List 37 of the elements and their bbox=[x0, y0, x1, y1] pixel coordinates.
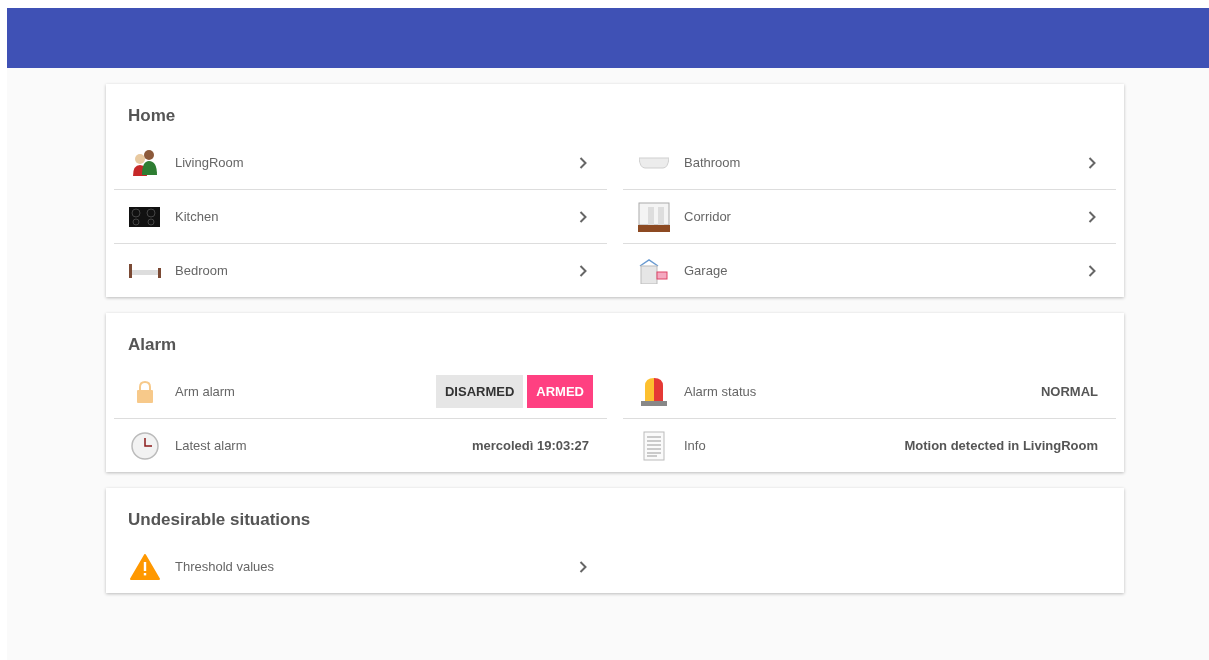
garage-icon bbox=[638, 257, 669, 284]
card-title: Home bbox=[127, 105, 177, 127]
siren-icon bbox=[639, 376, 668, 407]
row-label: Arm alarm bbox=[175, 384, 236, 399]
corridor-icon bbox=[637, 200, 670, 233]
document-icon bbox=[642, 430, 665, 461]
bed-icon bbox=[128, 263, 161, 278]
chevron-icon bbox=[579, 560, 587, 573]
chevron-icon bbox=[1088, 210, 1096, 223]
mode-toggle-button[interactable]: DISARMED bbox=[436, 375, 524, 408]
row-value: mercoledì 19:03:27 bbox=[471, 438, 589, 453]
chevron-icon bbox=[579, 210, 587, 223]
warning-icon bbox=[129, 553, 160, 580]
room-item[interactable]: Corridor bbox=[623, 190, 1116, 244]
row-label: Latest alarm bbox=[175, 438, 248, 453]
chevron-icon bbox=[1088, 264, 1096, 277]
room-item[interactable]: Bedroom bbox=[114, 244, 607, 297]
row-label: Info bbox=[684, 438, 707, 453]
bathtub-icon bbox=[638, 156, 669, 169]
row-label: Alarm status bbox=[684, 384, 758, 399]
room-item[interactable]: Garage bbox=[623, 244, 1116, 297]
row-value: Motion detected in LivingRoom bbox=[904, 438, 1098, 453]
row-value: NORMAL bbox=[1040, 384, 1098, 399]
room-item[interactable]: Kitchen bbox=[114, 190, 607, 244]
room-item[interactable]: Bathroom bbox=[623, 136, 1116, 190]
card-title: Alarm bbox=[127, 334, 178, 356]
stove-icon bbox=[129, 206, 160, 227]
situation-item[interactable]: Threshold values bbox=[114, 540, 607, 593]
lock-icon bbox=[135, 380, 154, 403]
chevron-icon bbox=[579, 156, 587, 169]
people-icon bbox=[130, 148, 159, 177]
mode-toggle-button[interactable]: ARMED bbox=[527, 375, 593, 408]
clock-icon bbox=[130, 431, 159, 460]
room-item[interactable]: LivingRoom bbox=[114, 136, 607, 190]
chevron-icon bbox=[1088, 156, 1096, 169]
chevron-icon bbox=[579, 264, 587, 277]
card-title: Undesirable situations bbox=[127, 509, 312, 531]
